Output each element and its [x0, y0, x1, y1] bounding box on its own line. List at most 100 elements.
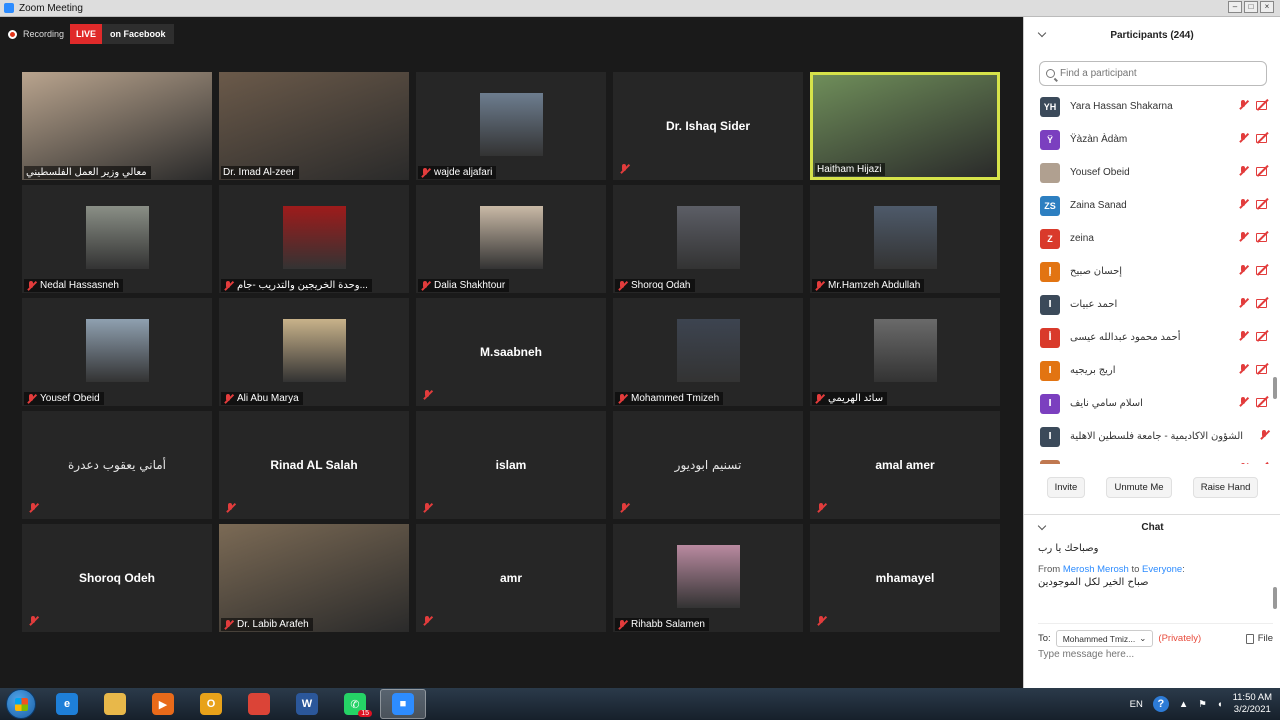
participant-row[interactable]: ZS Zaina Sanad	[1024, 189, 1280, 222]
muted-mic-icon	[1238, 463, 1248, 464]
maximize-button[interactable]: □	[1244, 1, 1258, 13]
video-tile[interactable]: أماني يعقوب دعدرة	[22, 411, 212, 519]
participant-status-icons	[1238, 133, 1269, 143]
participant-nametag: سائد الهريمي	[812, 392, 888, 405]
participant-row[interactable]: ا احمد عبيات	[1024, 288, 1280, 321]
recipient-select[interactable]: Mohammed Tmiz... ⌄	[1055, 630, 1154, 647]
participant-display-name: أماني يعقوب دعدرة	[68, 458, 166, 472]
avatar: ا	[1040, 426, 1060, 447]
participant-row[interactable]: الاكاديمية خالد حسن	[1024, 453, 1280, 464]
video-tile[interactable]: سائد الهريمي	[810, 298, 1000, 406]
participant-video	[22, 72, 212, 180]
video-tile[interactable]: Mr.Hamzeh Abdullah	[810, 185, 1000, 293]
privately-label: (Privately)	[1158, 633, 1202, 644]
video-off-icon	[1256, 331, 1269, 341]
video-tile[interactable]: تسنيم ابوديور	[613, 411, 803, 519]
video-tile[interactable]: Mohammed Tmizeh	[613, 298, 803, 406]
chat-messages: وصباحك يا رب From Merosh Merosh to Every…	[1038, 543, 1268, 598]
minimize-button[interactable]: –	[1228, 1, 1242, 13]
video-tile[interactable]: islam	[416, 411, 606, 519]
muted-mic-icon	[1238, 166, 1248, 176]
video-tile[interactable]: Rihabb Salamen	[613, 524, 803, 632]
participant-row[interactable]: ا اريج بريجيه	[1024, 354, 1280, 387]
recipient-name[interactable]: Everyone	[1142, 564, 1182, 575]
participant-nametag: Mr.Hamzeh Abdullah	[812, 279, 925, 292]
side-panel: Participants (244) YH Yara Hassan Shakarn…	[1023, 17, 1280, 688]
recording-bar: Recording LIVE on Facebook	[8, 24, 174, 44]
video-tile[interactable]: معالي وزير العمل الفلسطيني	[22, 72, 212, 180]
search-input[interactable]	[1060, 68, 1240, 79]
video-tile[interactable]: Shoroq Odeh	[22, 524, 212, 632]
video-tile[interactable]: Dr. Labib Arafeh	[219, 524, 409, 632]
recording-label[interactable]: Recording	[23, 29, 64, 39]
video-tile[interactable]: Haitham Hijazi	[810, 72, 1000, 180]
tray-expand-icon[interactable]: ▲	[1179, 699, 1188, 710]
video-tile[interactable]: Nedal Hassasneh	[22, 185, 212, 293]
taskbar-app[interactable]: e	[44, 689, 90, 719]
video-tile[interactable]: amr	[416, 524, 606, 632]
participant-name: Yousef Obeid	[40, 393, 100, 404]
avatar: ZS	[1040, 195, 1060, 216]
taskbar-app[interactable]: O	[188, 689, 234, 719]
participant-row[interactable]: ا اسلام سامي نايف	[1024, 387, 1280, 420]
clock[interactable]: 11:50 AM 3/2/2021	[1233, 692, 1272, 716]
start-button[interactable]	[6, 689, 36, 719]
participant-row[interactable]: إ إحسان صبيح	[1024, 255, 1280, 288]
participant-row[interactable]: Yousef Obeid	[1024, 156, 1280, 189]
taskbar-app[interactable]: ✆ 15	[332, 689, 378, 719]
flag-icon[interactable]: ⚑	[1198, 699, 1207, 710]
file-button[interactable]: File	[1245, 633, 1273, 644]
participants-scrollbar[interactable]	[1273, 377, 1277, 399]
video-tile[interactable]: وحدة الخريجين والتدريب -جام...	[219, 185, 409, 293]
avatar: ا	[1040, 393, 1060, 414]
video-tile[interactable]: Rinad AL Salah	[219, 411, 409, 519]
sender-name[interactable]: Merosh Merosh	[1063, 564, 1129, 575]
outlook-icon: O	[200, 693, 222, 715]
chat-message: صباح الخير لكل الموجودين	[1038, 577, 1149, 588]
live-platform-label[interactable]: on Facebook	[102, 24, 174, 44]
collapse-chevron-icon[interactable]	[1037, 28, 1047, 38]
taskbar-app[interactable]: ▶	[140, 689, 186, 719]
avatar: YH	[1040, 96, 1060, 117]
participant-search[interactable]	[1039, 61, 1267, 86]
video-tile[interactable]: Yousef Obeid	[22, 298, 212, 406]
video-tile[interactable]: M.saabneh	[416, 298, 606, 406]
close-button[interactable]: ×	[1260, 1, 1274, 13]
video-off-icon	[1256, 166, 1269, 176]
participant-row[interactable]: YH Yara Hassan Shakarna	[1024, 90, 1280, 123]
chat-message-input[interactable]	[1038, 649, 1268, 660]
video-tile[interactable]: Dr. Ishaq Sider	[613, 72, 803, 180]
participant-nametag: Shoroq Odah	[615, 279, 695, 292]
video-tile[interactable]: Shoroq Odah	[613, 185, 803, 293]
muted-mic-icon	[28, 503, 38, 513]
video-tile[interactable]: mhamayel	[810, 524, 1000, 632]
video-tile[interactable]: wajde aljafari	[416, 72, 606, 180]
raise-hand-button[interactable]: Raise Hand	[1192, 477, 1259, 498]
taskbar-app[interactable]: ■	[380, 689, 426, 719]
taskbar-app[interactable]	[236, 689, 282, 719]
unmute-me-button[interactable]: Unmute Me	[1106, 477, 1172, 498]
chat-scrollbar[interactable]	[1273, 587, 1277, 609]
taskbar-app[interactable]	[92, 689, 138, 719]
live-badge[interactable]: LIVE	[70, 24, 103, 44]
participants-list[interactable]: YH Yara Hassan Shakarna Ÿ Ÿàzàn Àdàm Yousef …	[1024, 90, 1280, 464]
video-off-icon	[1256, 463, 1269, 464]
participant-status-icons	[1238, 364, 1269, 374]
participant-status-icons	[1238, 397, 1269, 407]
invite-button[interactable]: Invite	[1046, 477, 1086, 498]
video-tile[interactable]: Ali Abu Marya	[219, 298, 409, 406]
video-tile[interactable]: Dr. Imad Al-zeer	[219, 72, 409, 180]
participant-status-icons	[1238, 100, 1269, 110]
video-tile[interactable]: Dalia Shakhtour	[416, 185, 606, 293]
speaker-icon[interactable]: ◖	[1217, 699, 1223, 710]
participant-row[interactable]: Zzeina	[1024, 222, 1280, 255]
participant-row[interactable]: أ أحمد محمود عبدالله عيسى	[1024, 321, 1280, 354]
help-icon[interactable]: ?	[1152, 696, 1169, 712]
language-indicator[interactable]: EN	[1130, 699, 1143, 710]
chat-collapse-chevron-icon[interactable]	[1037, 521, 1047, 531]
taskbar-app[interactable]: W	[284, 689, 330, 719]
participant-row[interactable]: ا الشؤون الاكاديمية - جامعة فلسطين الاهلي…	[1024, 420, 1280, 453]
participant-row[interactable]: Ÿ Ÿàzàn Àdàm	[1024, 123, 1280, 156]
video-tile[interactable]: amal amer	[810, 411, 1000, 519]
participant-video	[813, 75, 997, 177]
